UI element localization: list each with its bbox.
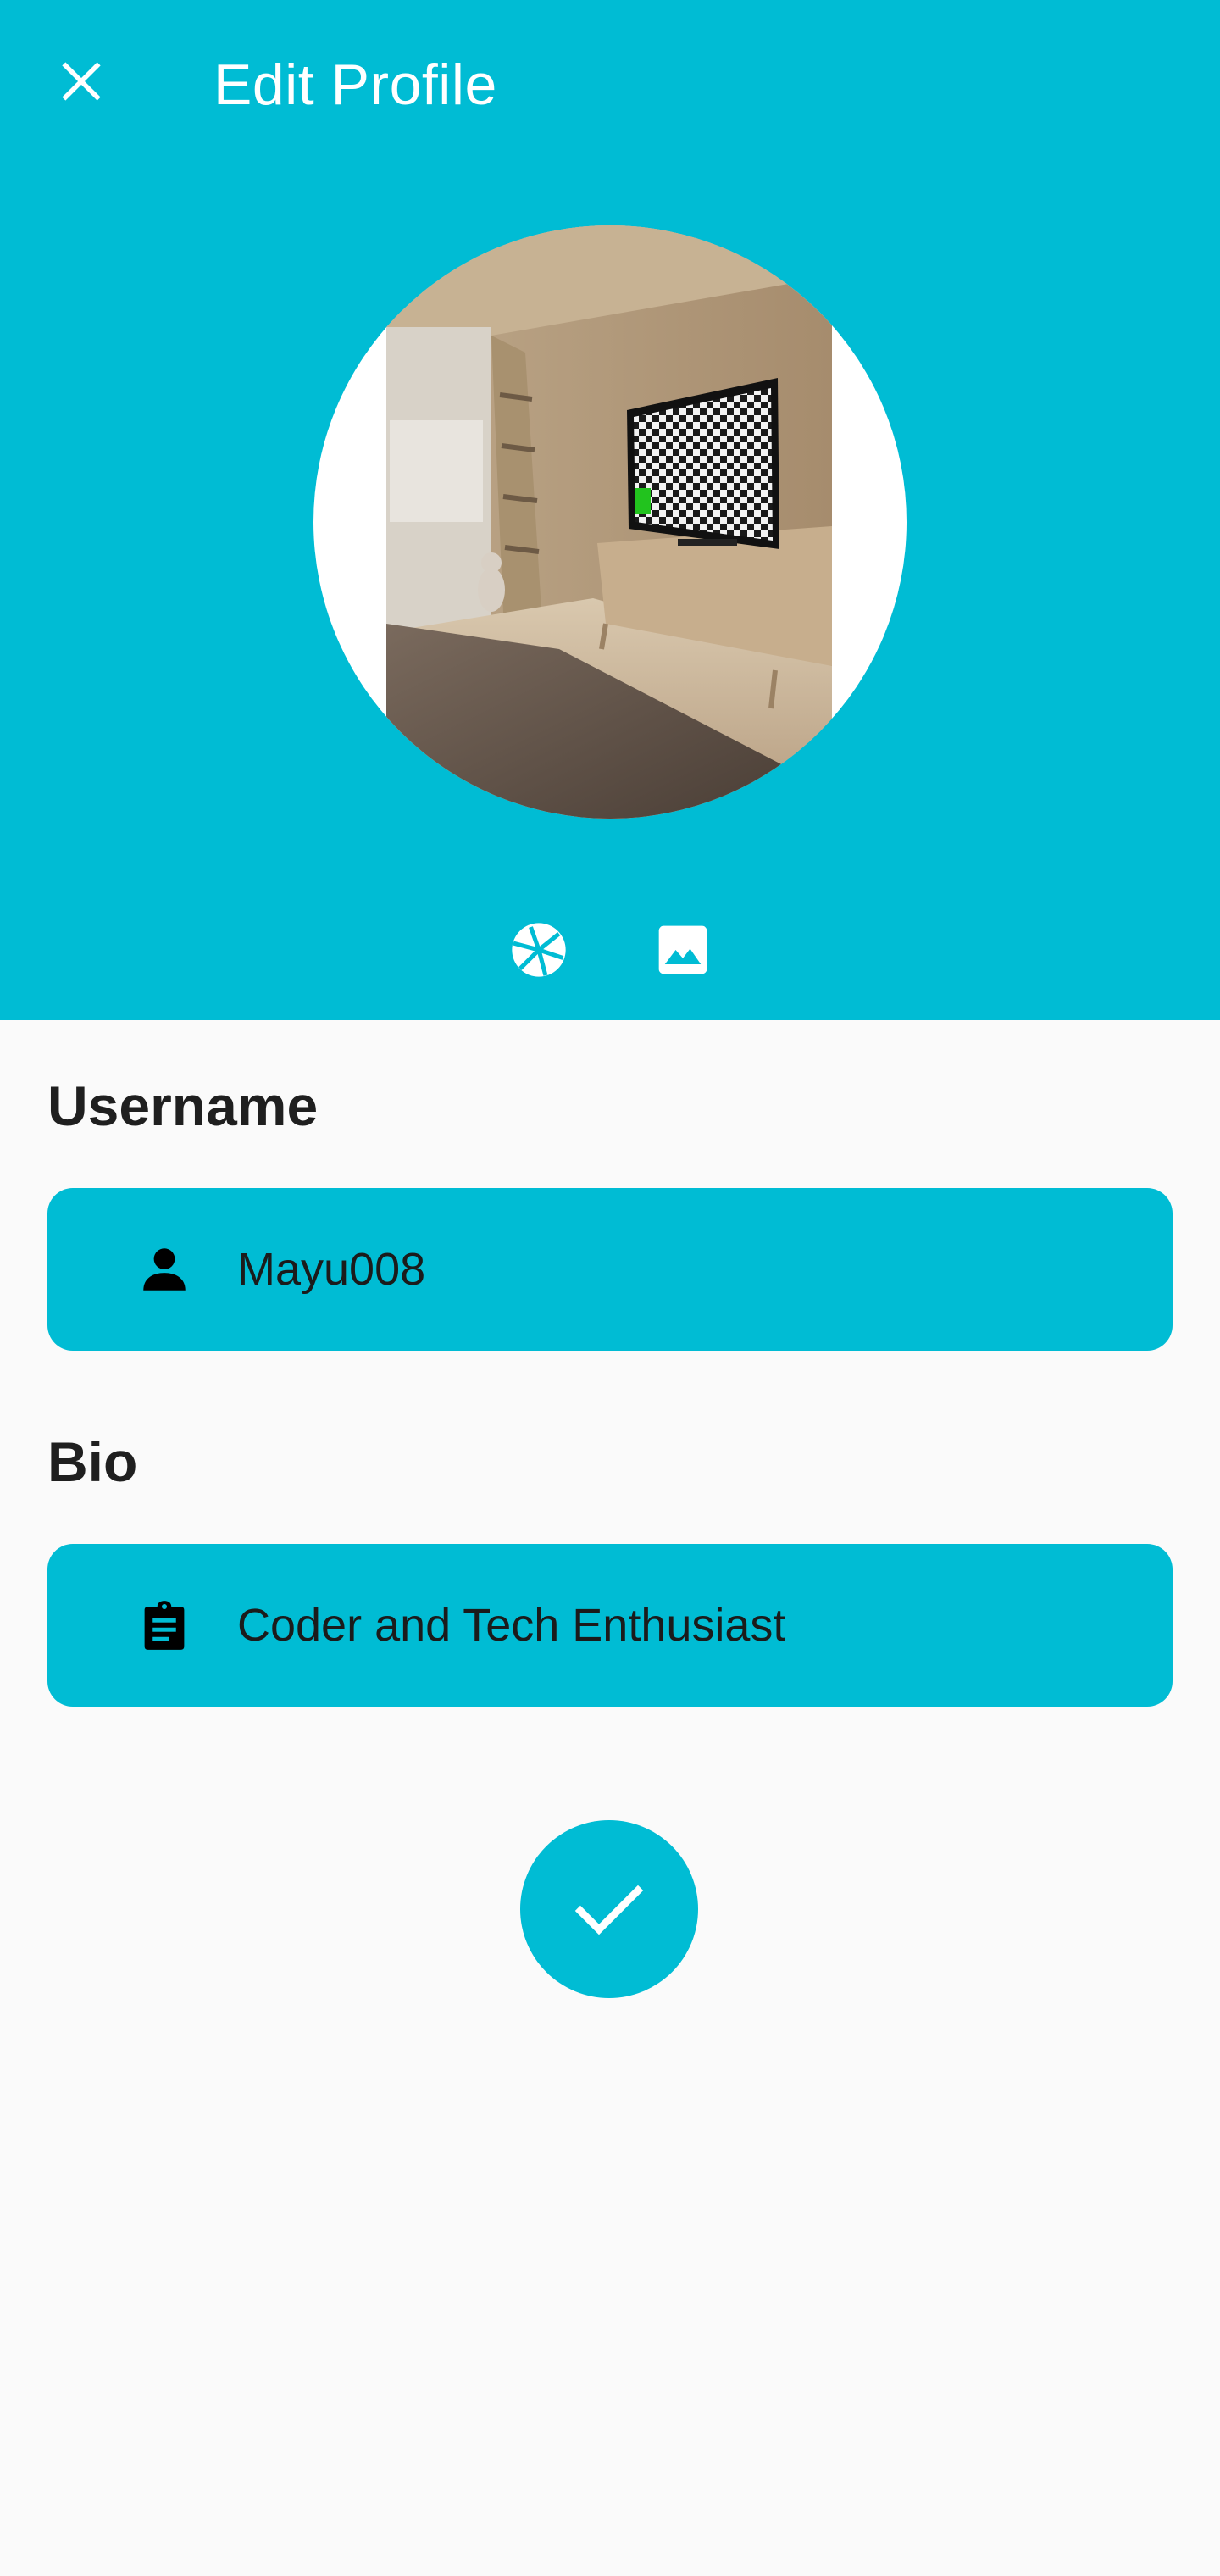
username-value[interactable]: Mayu008	[237, 1243, 425, 1296]
avatar[interactable]	[313, 225, 907, 819]
image-icon	[658, 925, 707, 974]
bio-label: Bio	[47, 1430, 138, 1493]
close-icon	[62, 62, 101, 101]
page-title: Edit Profile	[214, 53, 497, 117]
bio-field[interactable]: Coder and Tech Enthusiast	[47, 1544, 1173, 1707]
profile-photo	[386, 225, 832, 819]
close-button[interactable]	[41, 41, 122, 122]
camera-button[interactable]	[498, 913, 580, 986]
bio-value[interactable]: Coder and Tech Enthusiast	[237, 1599, 785, 1652]
clipboard-icon	[129, 1597, 200, 1653]
check-icon	[574, 1885, 644, 1935]
username-field[interactable]: Mayu008	[47, 1188, 1173, 1351]
username-label: Username	[47, 1074, 319, 1137]
person-icon	[129, 1241, 200, 1297]
gallery-button[interactable]	[642, 913, 724, 986]
profile-header: Edit Profile	[0, 0, 1220, 1020]
save-button[interactable]	[520, 1820, 698, 1998]
camera-shutter-icon	[512, 923, 566, 977]
